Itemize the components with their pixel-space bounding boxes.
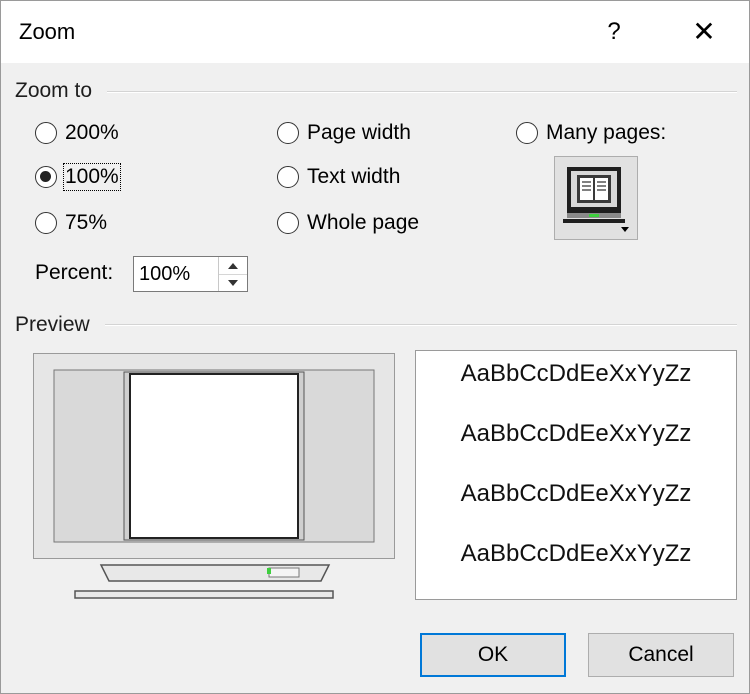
preview-monitor-base — [74, 564, 334, 599]
help-button[interactable]: ? — [599, 15, 629, 49]
radio-200-circle[interactable] — [35, 122, 57, 144]
radio-whole-page[interactable]: Whole page — [277, 208, 419, 238]
radio-75[interactable]: 75% — [35, 208, 107, 238]
radio-75-label: 75% — [65, 211, 108, 234]
zoom-to-divider — [107, 91, 737, 93]
sample-text-line: AaBbCcDdEeXxYyZz — [460, 480, 692, 507]
sample-text-line: AaBbCcDdEeXxYyZz — [460, 540, 692, 567]
preview-monitor-graphic — [53, 369, 375, 543]
radio-200[interactable]: 200% — [35, 118, 119, 148]
radio-100-label: 100% — [63, 163, 121, 191]
sample-text-line: AaBbCcDdEeXxYyZz — [460, 360, 692, 387]
radio-many-pages-label: Many pages: — [546, 121, 667, 144]
chevron-up-icon — [228, 262, 238, 269]
radio-text-width[interactable]: Text width — [277, 162, 400, 192]
percent-spinner — [218, 257, 247, 291]
zoom-to-group-label: Zoom to — [15, 79, 93, 102]
chevron-down-icon — [228, 279, 238, 286]
radio-100[interactable]: 100% — [35, 162, 121, 192]
close-button[interactable]: ✕ — [687, 15, 721, 49]
radio-whole-page-circle[interactable] — [277, 212, 299, 234]
radio-100-circle[interactable] — [35, 166, 57, 188]
many-pages-dropdown-button[interactable] — [554, 156, 638, 240]
radio-200-label: 200% — [65, 121, 119, 144]
radio-75-circle[interactable] — [35, 212, 57, 234]
radio-many-pages-circle[interactable] — [516, 122, 538, 144]
preview-divider — [105, 324, 737, 326]
percent-input[interactable]: 100% — [139, 263, 190, 286]
spin-up-button[interactable] — [219, 257, 247, 275]
radio-text-width-label: Text width — [307, 165, 401, 188]
zoom-dialog: Zoom ? ✕ Zoom to 200% 100% 75% Page widt… — [0, 0, 750, 694]
radio-page-width[interactable]: Page width — [277, 118, 411, 148]
title-bar: Zoom ? ✕ — [1, 1, 749, 63]
radio-text-width-circle[interactable] — [277, 166, 299, 188]
radio-page-width-circle[interactable] — [277, 122, 299, 144]
ok-button[interactable]: OK — [420, 633, 566, 677]
sample-text-line: AaBbCcDdEeXxYyZz — [460, 420, 692, 447]
radio-whole-page-label: Whole page — [307, 211, 420, 234]
monitor-pages-icon — [563, 167, 629, 232]
cancel-button[interactable]: Cancel — [588, 633, 734, 677]
radio-page-width-label: Page width — [307, 121, 411, 144]
page-preview — [33, 353, 395, 559]
spin-down-button[interactable] — [219, 274, 247, 291]
percent-label: Percent: — [35, 261, 114, 284]
font-preview: AaBbCcDdEeXxYyZz AaBbCcDdEeXxYyZz AaBbCc… — [415, 350, 737, 600]
dialog-title: Zoom — [19, 19, 76, 44]
radio-many-pages[interactable]: Many pages: — [516, 118, 666, 148]
preview-group-label: Preview — [15, 313, 90, 336]
percent-spinbox[interactable]: 100% — [133, 256, 248, 292]
